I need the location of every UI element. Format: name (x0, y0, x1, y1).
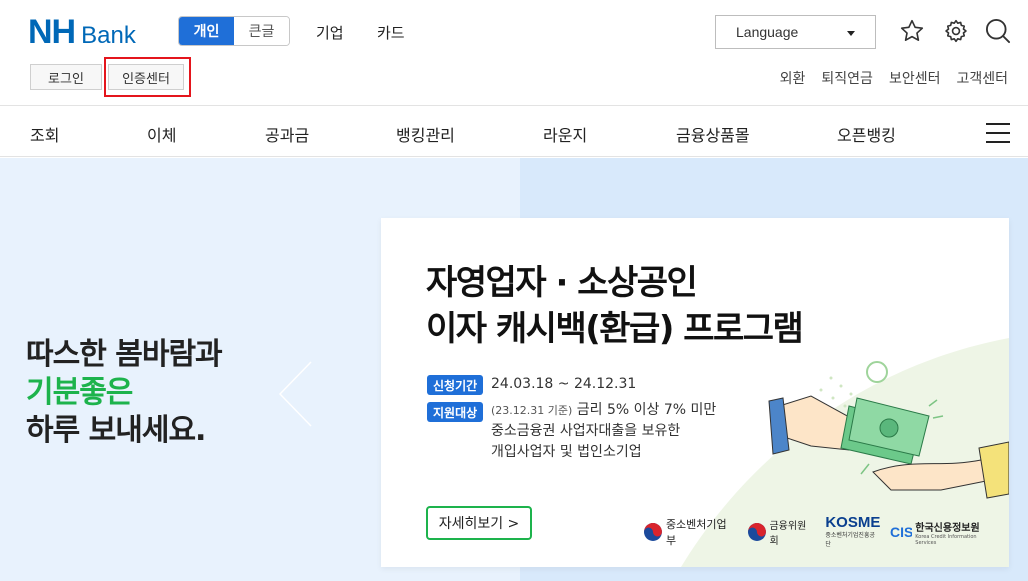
login-button[interactable]: 로그인 (30, 64, 102, 90)
language-label: Language (736, 24, 799, 40)
mode-large-text-button[interactable]: 큰글 (234, 17, 289, 45)
logo-kosme-text: KOSME (825, 514, 881, 531)
sponsor-logos: 중소벤처기업부 금융위원회 KOSME 중소벤처기업진흥공단 CIS 한국신용정… (643, 514, 1009, 548)
logo-kcis: CIS 한국신용정보원 Korea Credit Information Ser… (890, 519, 999, 546)
gnb-item-inquiry[interactable]: 조회 (30, 122, 59, 146)
logo-bank-text: Bank (81, 22, 136, 49)
mode-personal-button[interactable]: 개인 (179, 17, 234, 45)
eligibility-line-2: 중소금융권 사업자대출을 보유한 (491, 423, 681, 439)
gnb-item-transfer[interactable]: 이체 (147, 122, 176, 146)
eligibility-note: (23.12.31 기준) (491, 404, 573, 417)
gear-icon (945, 19, 967, 43)
nav-corporate-link[interactable]: 기업 (316, 22, 344, 43)
hero-line-2: 기분좋은 (26, 375, 133, 410)
logo-mss: 중소벤처기업부 (643, 516, 737, 548)
favorite-button[interactable] (898, 17, 926, 45)
menu-icon[interactable] (986, 123, 1010, 143)
logo-mss-text: 중소벤처기업부 (665, 518, 727, 547)
highlight-box (104, 57, 191, 97)
nav-card-link[interactable]: 카드 (377, 22, 405, 43)
util-link-security[interactable]: 보안센터 (889, 68, 941, 88)
gnb-item-utility-bills[interactable]: 공과금 (265, 122, 309, 146)
hero-line-1: 따스한 봄바람과 (26, 337, 223, 372)
hero-line-3: 하루 보내세요. (26, 413, 206, 448)
nh-bank-logo[interactable]: NH Bank (28, 13, 136, 52)
view-details-button[interactable]: 자세히보기 > (426, 506, 532, 540)
logo-kosme: KOSME 중소벤처기업진흥공단 (825, 514, 881, 548)
taegeuk-icon (643, 523, 662, 541)
eligibility-line-3: 개입사업자 및 법인소기업 (491, 444, 642, 460)
chevron-left-icon[interactable] (277, 360, 313, 428)
util-link-pension[interactable]: 퇴직연금 (821, 68, 873, 88)
util-link-forex[interactable]: 외환 (780, 68, 806, 88)
promo-title: 자영업자 · 소상공인 이자 캐시백(환급) 프로그램 (426, 260, 804, 352)
logo-kcis-subtext: Korea Credit Information Services (915, 533, 977, 546)
promo-title-line-1: 자영업자 · 소상공인 (426, 263, 698, 303)
search-button[interactable] (984, 17, 1012, 45)
hero-greeting: 따스한 봄바람과 기분좋은 하루 보내세요. (26, 336, 223, 450)
eligibility-text: (23.12.31 기준) 금리 5% 이상 7% 미만 중소금융권 사업자대출… (491, 400, 716, 463)
promo-card[interactable]: 자영업자 · 소상공인 이자 캐시백(환급) 프로그램 신청기간 24.03.1… (381, 218, 1009, 567)
caret-down-icon (847, 31, 855, 36)
utility-links: 외환 퇴직연금 보안센터 고객센터 (780, 68, 1008, 88)
settings-button[interactable] (942, 17, 970, 45)
logo-nh-text: NH (28, 13, 76, 51)
divider (101, 71, 102, 83)
logo-fsc-text: 금융위원회 (769, 521, 807, 547)
language-select[interactable]: Language (715, 15, 876, 49)
application-period-value: 24.03.18 ~ 24.12.31 (491, 376, 637, 392)
star-icon (900, 19, 924, 42)
badge-application-period: 신청기간 (427, 375, 484, 395)
taegeuk-icon (747, 523, 766, 541)
badge-eligibility: 지원대상 (427, 402, 484, 422)
kcis-emblem-icon: CIS (890, 524, 912, 540)
logo-fsc: 금융위원회 (747, 517, 816, 547)
logo-kcis-text: 한국신용정보원 (915, 522, 980, 534)
header: NH Bank 개인 큰글 기업 카드 Language 로그인 인증센터 외환… (0, 0, 1028, 106)
gnb-item-lounge[interactable]: 라운지 (543, 122, 587, 146)
gnb-item-banking-management[interactable]: 뱅킹관리 (396, 122, 455, 146)
util-link-customer[interactable]: 고객센터 (956, 68, 1008, 88)
gnb-item-open-banking[interactable]: 오픈뱅킹 (837, 122, 896, 146)
logo-kosme-subtext: 중소벤처기업진흥공단 (825, 532, 875, 548)
svg-text:CIS: CIS (890, 524, 912, 540)
main-navigation: 조회 이체 공과금 뱅킹관리 라운지 금융상품몰 오픈뱅킹 (0, 107, 1028, 157)
search-icon (985, 18, 1011, 44)
view-mode-toggle: 개인 큰글 (178, 16, 290, 46)
eligibility-line-1: 금리 5% 이상 7% 미만 (576, 402, 717, 418)
promo-title-line-2: 이자 캐시백(환급) 프로그램 (426, 309, 804, 349)
gnb-item-financial-mall[interactable]: 금융상품몰 (676, 122, 750, 146)
